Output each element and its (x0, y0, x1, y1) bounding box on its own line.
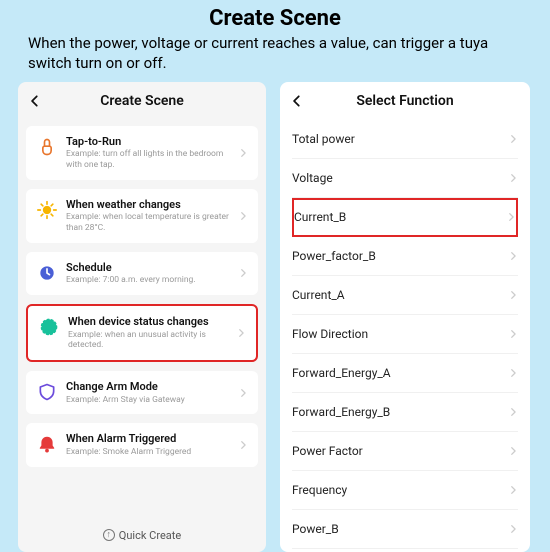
function-row[interactable]: Forward_Energy_A (292, 354, 518, 393)
function-row[interactable]: Power_factor_B (292, 237, 518, 276)
scene-card-sun[interactable]: When weather changesExample: when local … (26, 189, 258, 243)
card-subtitle: Example: when an unusual activity is det… (68, 330, 228, 351)
function-list: Total power Voltage Current_B Power_factor_… (280, 120, 530, 552)
card-subtitle: Example: Arm Stay via Gateway (66, 395, 230, 406)
card-text: When device status changesExample: when … (68, 315, 228, 351)
page-title: Create Scene (0, 0, 550, 33)
quick-create-label: Quick Create (119, 529, 181, 542)
create-scene-list: Tap-to-RunExample: turn off all lights i… (18, 120, 266, 519)
scene-card-alarm[interactable]: When Alarm TriggeredExample: Smoke Alarm… (26, 423, 258, 466)
function-row[interactable]: Current_A (292, 276, 518, 315)
chevron-right-icon (508, 485, 518, 495)
card-subtitle: Example: when local temperature is great… (66, 212, 230, 233)
quick-create-icon: ↑ (103, 529, 115, 541)
card-subtitle: Example: turn off all lights in the bedr… (66, 149, 230, 170)
chevron-right-icon (508, 329, 518, 339)
phone-select-function: Select Function Total power Voltage Curren… (280, 82, 530, 552)
chevron-right-icon (508, 251, 518, 261)
back-icon[interactable] (290, 94, 304, 108)
card-text: When Alarm TriggeredExample: Smoke Alarm… (66, 432, 230, 457)
device-icon (38, 316, 60, 338)
chevron-right-icon (506, 212, 516, 222)
card-text: Tap-to-RunExample: turn off all lights i… (66, 135, 230, 171)
sun-icon (36, 199, 58, 221)
function-row[interactable]: Power_B (292, 510, 518, 549)
nav-title: Create Scene (18, 93, 266, 109)
scene-card-device[interactable]: When device status changesExample: when … (26, 304, 258, 362)
chevron-right-icon (508, 290, 518, 300)
chevron-right-icon (508, 407, 518, 417)
tap-icon (36, 136, 58, 158)
row-label: Total power (292, 132, 355, 146)
card-subtitle: Example: 7:00 a.m. every morning. (66, 275, 230, 286)
row-label: Voltage (292, 171, 333, 185)
function-row[interactable]: Power Factor (292, 432, 518, 471)
clock-icon (36, 262, 58, 284)
chevron-right-icon (238, 148, 248, 158)
chevron-right-icon (508, 173, 518, 183)
function-row[interactable]: Voltage (292, 159, 518, 198)
chevron-right-icon (508, 524, 518, 534)
card-title: When Alarm Triggered (66, 432, 230, 446)
chevron-right-icon (508, 134, 518, 144)
row-label: Current_A (292, 288, 345, 302)
card-title: Schedule (66, 261, 230, 275)
chevron-right-icon (238, 268, 248, 278)
card-subtitle: Example: Smoke Alarm Triggered (66, 447, 230, 458)
card-text: Change Arm ModeExample: Arm Stay via Gat… (66, 380, 230, 405)
row-label: Frequency (292, 483, 347, 497)
nav-bar: Select Function (280, 82, 530, 120)
function-row[interactable]: Flow Direction (292, 315, 518, 354)
phones-row: Create Scene Tap-to-RunExample: turn off… (0, 82, 550, 552)
chevron-right-icon (508, 368, 518, 378)
alarm-icon (36, 433, 58, 455)
chevron-right-icon (238, 211, 248, 221)
row-label: Flow Direction (292, 327, 368, 341)
shield-icon (36, 381, 58, 403)
card-title: Change Arm Mode (66, 380, 230, 394)
function-row[interactable]: Current_B (292, 198, 518, 237)
card-title: When device status changes (68, 315, 228, 329)
row-label: Forward_Energy_A (292, 366, 391, 380)
quick-create-button[interactable]: ↑ Quick Create (18, 519, 266, 552)
nav-bar: Create Scene (18, 82, 266, 120)
nav-title: Select Function (280, 93, 530, 109)
function-row[interactable]: Frequency (292, 471, 518, 510)
scene-card-shield[interactable]: Change Arm ModeExample: Arm Stay via Gat… (26, 371, 258, 414)
function-row[interactable]: Forward_Energy_B (292, 393, 518, 432)
chevron-right-icon (238, 440, 248, 450)
phone-create-scene: Create Scene Tap-to-RunExample: turn off… (18, 82, 266, 552)
row-label: Current_B (294, 210, 346, 224)
scene-card-clock[interactable]: ScheduleExample: 7:00 a.m. every morning… (26, 252, 258, 295)
card-text: ScheduleExample: 7:00 a.m. every morning… (66, 261, 230, 286)
chevron-right-icon (508, 446, 518, 456)
subtitle-text: When the power, voltage or current reach… (0, 33, 550, 82)
card-text: When weather changesExample: when local … (66, 198, 230, 234)
chevron-right-icon (236, 328, 246, 338)
row-label: Power_B (292, 522, 339, 536)
back-icon[interactable] (28, 94, 42, 108)
scene-card-tap[interactable]: Tap-to-RunExample: turn off all lights i… (26, 126, 258, 180)
card-title: Tap-to-Run (66, 135, 230, 149)
row-label: Forward_Energy_B (292, 405, 390, 419)
card-title: When weather changes (66, 198, 230, 212)
row-label: Power_factor_B (292, 249, 376, 263)
row-label: Power Factor (292, 444, 363, 458)
function-row[interactable]: Total power (292, 120, 518, 159)
chevron-right-icon (238, 388, 248, 398)
